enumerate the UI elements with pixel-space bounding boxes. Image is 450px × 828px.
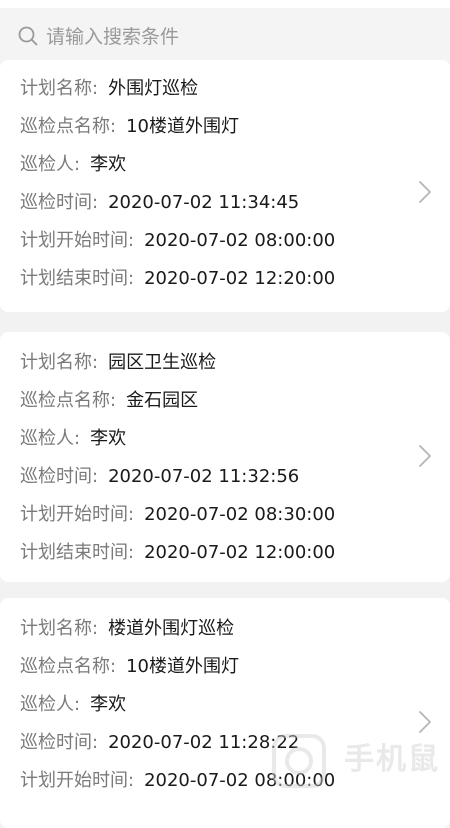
plan-start-row: 计划开始时间: 2020-07-02 08:30:00 — [20, 500, 335, 530]
record-card[interactable]: 计划名称: 外围灯巡检 巡检点名称: 10楼道外围灯 巡检人: 李欢 巡检时间: 202… — [0, 60, 450, 312]
plan-end-label: 计划结束时间: — [20, 268, 134, 289]
plan-name-value: 外围灯巡检 — [108, 78, 198, 99]
inspect-time-row: 巡检时间:2020-07-02 11:28:22 — [20, 728, 299, 758]
inspector-value: 李欢 — [90, 154, 126, 175]
plan-name-label: 计划名称: — [20, 352, 98, 373]
checkpoint-name-row: 巡检点名称: 10楼道外围灯 — [20, 112, 239, 142]
search-icon — [18, 26, 38, 46]
plan-start-value: 2020-07-02 08:30:00 — [144, 504, 335, 525]
inspector-value: 李欢 — [90, 428, 126, 449]
checkpoint-name-value: 金石园区 — [126, 390, 198, 411]
inspector-row: 巡检人: 李欢 — [20, 150, 126, 180]
inspect-time-row: 巡检时间: 2020-07-02 11:34:45 — [20, 188, 299, 218]
plan-end-row: 计划结束时间: 2020-07-02 12:20:00 — [20, 264, 335, 294]
inspect-time-value: 2020-07-02 11:34:45 — [108, 192, 299, 213]
record-card[interactable]: 计划名称: 楼道外围灯巡检 巡检点名称: 10楼道外围灯 巡检人: 李欢 巡检时间:2… — [0, 598, 450, 828]
plan-start-row: 计划开始时间: 2020-07-02 08:00:00 — [20, 226, 335, 256]
checkpoint-name-row: 巡检点名称: 10楼道外围灯 — [20, 652, 239, 682]
inspect-time-row: 巡检时间: 2020-07-02 11:32:56 — [20, 462, 299, 492]
plan-name-label: 计划名称: — [20, 78, 98, 99]
record-card[interactable]: 计划名称: 园区卫生巡检 巡检点名称: 金石园区 巡检人: 李欢 巡检时间: 2020-… — [0, 332, 450, 582]
plan-name-row: 计划名称: 园区卫生巡检 — [20, 348, 216, 378]
plan-start-label: 计划开始时间: — [20, 770, 134, 791]
plan-name-value: 楼道外围灯巡检 — [108, 618, 234, 639]
inspect-time-label: 巡检时间: — [20, 192, 98, 213]
chevron-right-icon[interactable] — [418, 180, 432, 204]
checkpoint-name-label: 巡检点名称: — [20, 656, 116, 677]
inspector-label: 巡检人: — [20, 428, 80, 449]
inspect-time-label: 巡检时间: — [20, 732, 98, 753]
plan-name-row: 计划名称: 外围灯巡检 — [20, 74, 198, 104]
plan-end-value: 2020-07-02 12:20:00 — [144, 268, 335, 289]
inspector-row: 巡检人: 李欢 — [20, 424, 126, 454]
inspector-label: 巡检人: — [20, 694, 80, 715]
plan-start-label: 计划开始时间: — [20, 230, 134, 251]
inspector-row: 巡检人: 李欢 — [20, 690, 126, 720]
inspect-time-value: 2020-07-02 11:32:56 — [108, 466, 299, 487]
plan-end-label: 计划结束时间: — [20, 542, 134, 563]
inspect-time-label: 巡检时间: — [20, 466, 98, 487]
inspector-label: 巡检人: — [20, 154, 80, 175]
plan-start-label: 计划开始时间: — [20, 504, 134, 525]
plan-start-value: 2020-07-02 08:00:00 — [144, 230, 335, 251]
plan-name-row: 计划名称: 楼道外围灯巡检 — [20, 614, 234, 644]
plan-name-label: 计划名称: — [20, 618, 98, 639]
plan-end-row: 计划结束时间: 2020-07-02 12:00:00 — [20, 538, 335, 568]
plan-end-value: 2020-07-02 12:00:00 — [144, 542, 335, 563]
plan-name-value: 园区卫生巡检 — [108, 352, 216, 373]
inspector-value: 李欢 — [90, 694, 126, 715]
checkpoint-name-label: 巡检点名称: — [20, 390, 116, 411]
checkpoint-name-row: 巡检点名称: 金石园区 — [20, 386, 198, 416]
chevron-right-icon[interactable] — [418, 444, 432, 468]
search-box[interactable] — [0, 8, 450, 66]
watermark: 手机鼠 — [270, 730, 440, 790]
watermark-text: 手机鼠 — [344, 734, 440, 778]
checkpoint-name-label: 巡检点名称: — [20, 116, 116, 137]
watermark-logo-icon — [270, 730, 336, 790]
checkpoint-name-value: 10楼道外围灯 — [126, 116, 239, 137]
checkpoint-name-value: 10楼道外围灯 — [126, 656, 239, 677]
search-input[interactable] — [46, 22, 426, 52]
